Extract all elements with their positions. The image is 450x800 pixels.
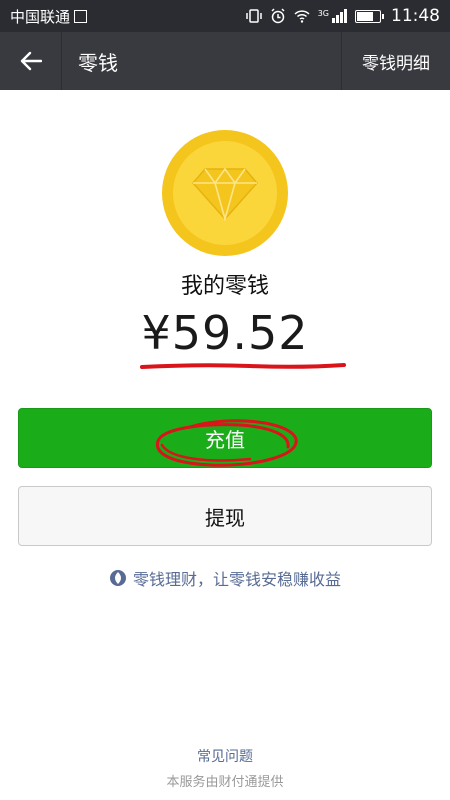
sim-icon — [74, 9, 88, 23]
page-title: 零钱 — [78, 50, 118, 75]
alarm-icon — [271, 8, 285, 24]
wifi-icon — [294, 10, 310, 23]
carrier-name: 中国联通 — [10, 7, 71, 26]
network-type: 3G — [317, 9, 329, 18]
withdraw-label: 提现 — [205, 505, 245, 530]
balance-detail-link[interactable]: 零钱明细 — [341, 32, 450, 90]
title-bar: 零钱 零钱明细 — [0, 32, 450, 90]
service-provider-note: 本服务由财付通提供 — [166, 775, 284, 790]
status-icons: 3G 11:48 — [245, 6, 440, 26]
arrow-left-icon — [20, 51, 42, 71]
recharge-button[interactable]: 充值 — [18, 408, 432, 468]
clock: 11:48 — [391, 6, 440, 26]
promo-text: 零钱理财，让零钱安稳赚收益 — [132, 570, 341, 589]
withdraw-button[interactable]: 提现 — [18, 486, 432, 546]
diamond-icon — [192, 167, 258, 221]
recharge-label: 充值 — [205, 427, 245, 452]
wealth-icon — [109, 570, 126, 586]
signal-icon: 3G — [318, 9, 347, 23]
status-bar: 中国联通 3G 11:48 — [0, 0, 450, 32]
balance-label: 我的零钱 — [180, 274, 269, 299]
battery-icon — [355, 9, 384, 23]
balance-amount: ¥59.52 — [141, 306, 309, 360]
coin-icon — [162, 130, 288, 256]
red-underline-annotation — [140, 363, 346, 369]
back-button[interactable] — [0, 32, 62, 90]
wealth-management-link[interactable]: 零钱理财，让零钱安稳赚收益 — [0, 566, 450, 590]
faq-link[interactable]: 常见问题 — [0, 746, 450, 766]
vibrate-icon — [245, 9, 262, 23]
